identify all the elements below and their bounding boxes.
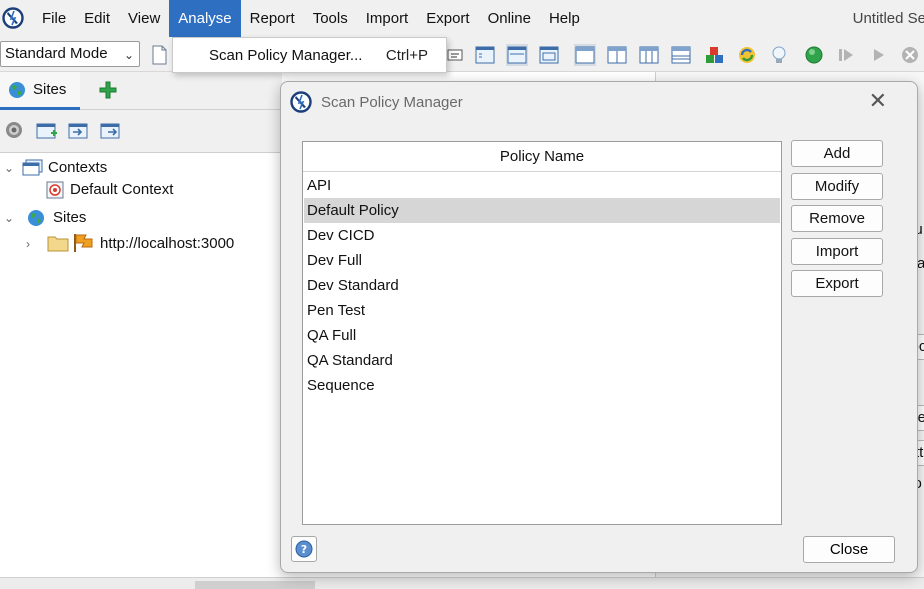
- menu-item-scan-policy-manager[interactable]: Scan Policy Manager... Ctrl+P: [173, 38, 446, 72]
- menu-file[interactable]: File: [33, 0, 75, 37]
- add-ons-icon[interactable]: [704, 44, 726, 66]
- column-header-policy-name[interactable]: Policy Name: [303, 142, 781, 172]
- tree-label-sites: Sites: [53, 209, 87, 226]
- chevron-down-icon: ⌄: [123, 48, 134, 62]
- tab-sites-label: Sites: [33, 81, 67, 98]
- tab-sites[interactable]: Sites: [0, 72, 80, 110]
- drop-icon[interactable]: [899, 44, 921, 66]
- table-row[interactable]: QA Standard: [304, 348, 780, 373]
- remove-button[interactable]: Remove: [791, 205, 883, 232]
- menu-report[interactable]: Report: [241, 0, 304, 37]
- tree-node-contexts[interactable]: ⌄ Contexts: [0, 157, 200, 179]
- scan-policy-manager-dialog: Scan Policy Manager ✕ Policy Name API De…: [280, 81, 918, 573]
- table-row[interactable]: Dev CICD: [304, 223, 780, 248]
- lightbulb-icon[interactable]: [768, 44, 790, 66]
- folder-icon: [47, 236, 69, 252]
- layout-split-icon[interactable]: [506, 44, 528, 66]
- panel-side-icon[interactable]: [638, 44, 660, 66]
- menu-item-shortcut: Ctrl+P: [385, 47, 428, 64]
- tree-node-localhost[interactable]: › http://localhost:3000: [0, 233, 260, 255]
- mode-select-value: Standard Mode: [5, 45, 108, 62]
- table-row[interactable]: Pen Test: [304, 298, 780, 323]
- table-row[interactable]: Dev Full: [304, 248, 780, 273]
- menu-import[interactable]: Import: [357, 0, 418, 37]
- menu-export[interactable]: Export: [417, 0, 478, 37]
- refresh-icon[interactable]: [736, 44, 758, 66]
- import-context-icon[interactable]: [68, 121, 90, 141]
- panel-tabs-icon[interactable]: [574, 44, 596, 66]
- svg-text:?: ?: [301, 543, 307, 556]
- chevron-down-icon[interactable]: ⌄: [4, 157, 14, 179]
- layout-full-icon[interactable]: [538, 44, 560, 66]
- mode-select[interactable]: Standard Mode ⌄: [0, 41, 140, 67]
- layout-left-icon[interactable]: [474, 44, 496, 66]
- analyse-dropdown-menu: Scan Policy Manager... Ctrl+P: [172, 37, 447, 73]
- table-row-selected[interactable]: Default Policy: [304, 198, 780, 223]
- help-icon: ?: [295, 540, 313, 558]
- panel-bottom-icon[interactable]: [670, 44, 692, 66]
- add-button[interactable]: Add: [791, 140, 883, 167]
- chevron-right-icon[interactable]: ›: [26, 233, 30, 255]
- tree-node-default-context[interactable]: Default Context: [0, 179, 220, 201]
- sites-tab-bar: Sites: [0, 72, 282, 110]
- horizontal-scrollbar-thumb[interactable]: [195, 581, 315, 589]
- contexts-icon: [22, 159, 43, 176]
- menu-bar: File Edit View Analyse Report Tools Impo…: [0, 0, 924, 37]
- plus-icon[interactable]: [98, 80, 118, 100]
- chevron-down-icon[interactable]: ⌄: [4, 207, 14, 229]
- text-view-icon[interactable]: [446, 44, 468, 66]
- sites-tree: ⌄ Contexts Default Context ⌄ Sites › htt…: [0, 153, 282, 578]
- table-row[interactable]: QA Full: [304, 323, 780, 348]
- menu-analyse[interactable]: Analyse: [169, 0, 241, 37]
- flag-icon: [74, 234, 93, 252]
- target-icon[interactable]: [5, 121, 23, 139]
- menu-edit[interactable]: Edit: [75, 0, 119, 37]
- export-button[interactable]: Export: [791, 270, 883, 297]
- table-row[interactable]: Dev Standard: [304, 273, 780, 298]
- step-icon[interactable]: [835, 44, 857, 66]
- sites-toolbar: [0, 110, 282, 153]
- tree-label-contexts: Contexts: [48, 159, 108, 176]
- breakpoint-icon[interactable]: [803, 44, 825, 66]
- window-title: Untitled Se: [852, 10, 924, 27]
- tree-node-sites[interactable]: ⌄ Sites: [0, 207, 200, 229]
- tree-label-site-url: http://localhost:3000: [100, 235, 235, 252]
- main-toolbar: Standard Mode ⌄: [0, 37, 924, 72]
- globe-icon: [9, 82, 25, 98]
- continue-icon[interactable]: [867, 44, 889, 66]
- zap-logo-icon: [290, 91, 312, 113]
- close-button[interactable]: Close: [803, 536, 895, 563]
- new-context-icon[interactable]: [36, 121, 58, 141]
- tree-label-default-context: Default Context: [70, 181, 174, 198]
- help-button[interactable]: ?: [291, 536, 317, 562]
- policy-table: Policy Name API Default Policy Dev CICD …: [302, 141, 782, 525]
- menu-view[interactable]: View: [119, 0, 169, 37]
- new-session-icon[interactable]: [148, 44, 170, 66]
- bottom-bar: [0, 577, 924, 589]
- menu-item-label: Scan Policy Manager...: [209, 47, 363, 64]
- menu-help[interactable]: Help: [540, 0, 589, 37]
- table-row[interactable]: Sequence: [304, 373, 780, 398]
- menu-tools[interactable]: Tools: [304, 0, 357, 37]
- modify-button[interactable]: Modify: [791, 173, 883, 200]
- menu-online[interactable]: Online: [479, 0, 540, 37]
- dialog-title: Scan Policy Manager: [321, 94, 463, 111]
- globe-icon: [28, 210, 44, 226]
- close-icon[interactable]: ✕: [869, 88, 887, 114]
- zap-logo-icon: [2, 7, 24, 29]
- table-row[interactable]: API: [304, 173, 780, 198]
- import-button[interactable]: Import: [791, 238, 883, 265]
- panel-top-icon[interactable]: [606, 44, 628, 66]
- context-target-icon: [46, 181, 64, 199]
- export-context-icon[interactable]: [100, 121, 122, 141]
